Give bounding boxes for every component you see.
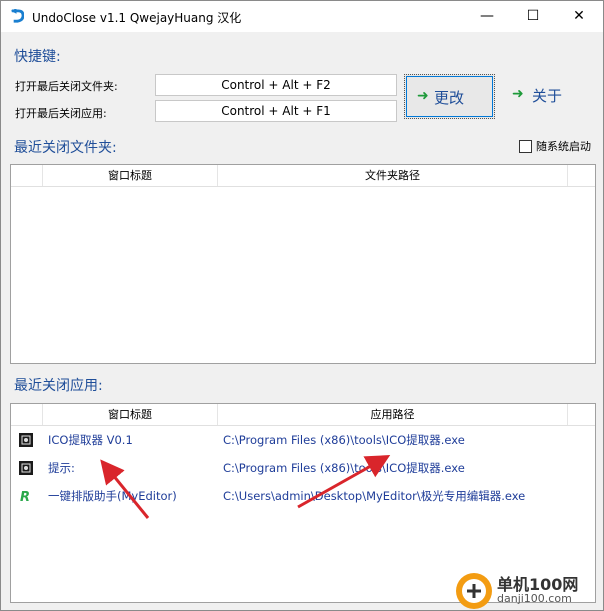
hotkeys-section-title: 快捷键: <box>14 49 61 65</box>
folders-header-title[interactable]: 窗口标题 <box>43 165 218 186</box>
app-path-cell: C:\Program Files (x86)\tools\ICO提取器.exe <box>223 433 465 447</box>
site-watermark: 单机100网 danji100.com <box>454 570 604 611</box>
apps-header-path[interactable]: 应用路径 <box>218 404 568 425</box>
list-item[interactable]: 提示: C:\Program Files (x86)\tools\ICO提取器.… <box>11 455 595 481</box>
minimize-button[interactable]: — <box>464 1 510 32</box>
ico-extractor-icon <box>19 433 33 447</box>
folders-section-title: 最近关闭文件夹: <box>14 140 117 156</box>
watermark-logo-icon <box>456 573 492 609</box>
app-hotkey-label: 打开最后关闭应用: <box>15 107 107 120</box>
folder-hotkey-field[interactable]: Control + Alt + F2 <box>155 74 397 96</box>
folders-list-header: 窗口标题 文件夹路径 <box>11 165 595 187</box>
title-bar[interactable]: UndoClose v1.1 QwejayHuang 汉化 — ☐ ✕ <box>1 1 603 32</box>
maximize-button[interactable]: ☐ <box>510 1 556 32</box>
app-window: UndoClose v1.1 QwejayHuang 汉化 — ☐ ✕ 快捷键:… <box>0 0 604 611</box>
change-button-label: 更改 <box>434 89 465 107</box>
apps-list-header: 窗口标题 应用路径 <box>11 404 595 426</box>
watermark-url: danji100.com <box>497 592 572 605</box>
header-icon-column[interactable] <box>11 404 43 425</box>
app-path-cell: C:\Program Files (x86)\tools\ICO提取器.exe <box>223 461 465 475</box>
folder-hotkey-label: 打开最后关闭文件夹: <box>15 80 118 93</box>
apps-section-title: 最近关闭应用: <box>14 378 103 394</box>
apps-header-title[interactable]: 窗口标题 <box>43 404 218 425</box>
window-title: UndoClose v1.1 QwejayHuang 汉化 <box>32 11 242 25</box>
list-item[interactable]: ICO提取器 V0.1 C:\Program Files (x86)\tools… <box>11 427 595 453</box>
undo-arrow-app-icon <box>10 9 24 23</box>
close-button[interactable]: ✕ <box>556 1 602 32</box>
svg-text:R: R <box>20 490 30 503</box>
folders-list[interactable]: 窗口标题 文件夹路径 <box>10 164 596 364</box>
ico-extractor-icon <box>19 461 33 475</box>
app-title-cell: ICO提取器 V0.1 <box>48 433 133 447</box>
header-icon-column[interactable] <box>11 165 43 186</box>
autostart-label[interactable]: 随系统启动 <box>536 138 591 154</box>
list-item[interactable]: R 一键排版助手(MyEditor) C:\Users\admin\Deskto… <box>11 483 595 509</box>
app-title-cell: 提示: <box>48 461 75 475</box>
about-button-label: 关于 <box>532 87 563 105</box>
green-arrow-icon: ➜ <box>417 88 429 104</box>
autostart-checkbox[interactable] <box>519 140 532 153</box>
app-path-cell: C:\Users\admin\Desktop\MyEditor\极光专用编辑器.… <box>223 489 526 503</box>
green-arrow-icon: ➜ <box>512 86 524 102</box>
folders-header-path[interactable]: 文件夹路径 <box>218 165 568 186</box>
app-hotkey-field[interactable]: Control + Alt + F1 <box>155 100 397 122</box>
change-button[interactable]: ➜ 更改 <box>404 74 495 119</box>
myeditor-icon: R <box>20 490 30 503</box>
about-button[interactable]: ➜ 关于 <box>511 85 571 107</box>
app-title-cell: 一键排版助手(MyEditor) <box>48 489 177 503</box>
